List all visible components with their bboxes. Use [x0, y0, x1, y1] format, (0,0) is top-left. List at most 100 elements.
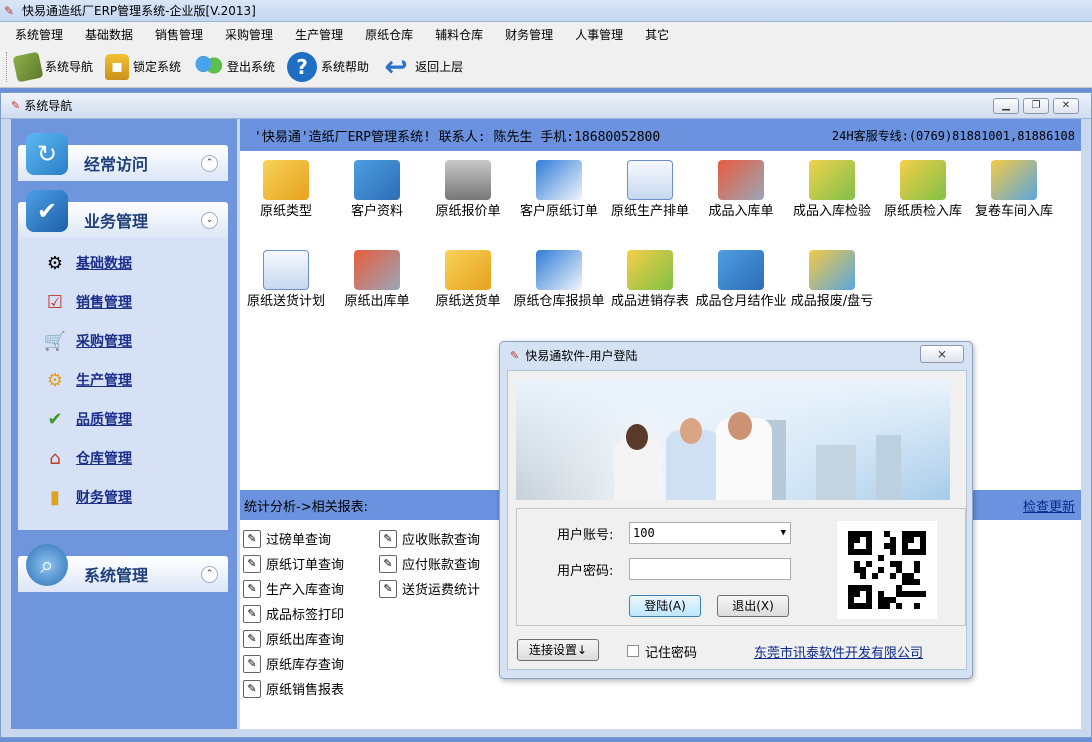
group-business[interactable]: ✔ 业务管理 ⌄ [18, 190, 228, 238]
dropdown-arrow-icon[interactable]: ▼ [781, 523, 786, 543]
module-paper-outbound[interactable]: 原纸出库单 [331, 250, 423, 309]
module-label: 成品入库检验 [792, 204, 871, 219]
menu-hr[interactable]: 人事管理 [564, 23, 634, 46]
module-customer-order[interactable]: 客户原纸订单 [513, 160, 605, 219]
search-globe-icon: ⌕ [26, 544, 68, 586]
module-label: 成品进销存表 [610, 294, 689, 309]
module-paper-type[interactable]: 原纸类型 [240, 160, 332, 219]
report-label-print[interactable]: ✎ 成品标签打印 [243, 604, 344, 623]
sidebar-item-warehouse[interactable]: ⌂ 仓库管理 [40, 445, 132, 471]
sidebar-item-production[interactable]: ⚙ 生产管理 [40, 367, 132, 393]
report-paper-order[interactable]: ✎ 原纸订单查询 [243, 554, 344, 573]
menu-finance[interactable]: 财务管理 [494, 23, 564, 46]
module-month-end[interactable]: 成品仓月结作业 [695, 250, 787, 309]
help-button[interactable]: ? 系统帮助 [287, 50, 369, 84]
module-delivery-plan[interactable]: 原纸送货计划 [240, 250, 332, 309]
check-database-icon [809, 160, 855, 200]
report-freight[interactable]: ✎ 送货运费统计 [379, 579, 480, 598]
chevron-down-icon[interactable]: ⌄ [201, 212, 218, 229]
back-button[interactable]: ↩ 返回上层 [381, 50, 463, 84]
remember-password-checkbox[interactable] [627, 645, 639, 657]
chevron-up-icon[interactable]: ⌃ [201, 566, 218, 583]
edit-doc-icon: ✎ [243, 654, 261, 673]
account-select[interactable]: 100 ▼ [629, 522, 791, 544]
lock-button[interactable]: ▪ 锁定系统 [105, 50, 181, 84]
check-update-link[interactable]: 检查更新 [1023, 496, 1075, 515]
module-label: 原纸出库单 [344, 294, 410, 309]
exit-button[interactable]: 退出(X) [717, 595, 789, 617]
menu-purchase[interactable]: 采购管理 [214, 23, 284, 46]
house-database-icon [354, 250, 400, 290]
report-production-inbound[interactable]: ✎ 生产入库查询 [243, 579, 344, 598]
close-button[interactable]: ✕ [1053, 98, 1079, 114]
sidebar-item-label: 财务管理 [76, 490, 132, 506]
report-paper-stock[interactable]: ✎ 原纸库存查询 [243, 654, 344, 673]
menu-production[interactable]: 生产管理 [284, 23, 354, 46]
sidebar-item-finance[interactable]: ▮ 财务管理 [40, 484, 132, 510]
menu-paper-warehouse[interactable]: 原纸仓库 [354, 23, 424, 46]
module-customer[interactable]: 客户资料 [331, 160, 423, 219]
module-product-inbound[interactable]: 成品入库单 [695, 160, 787, 219]
window-logo-icon: ✎ [11, 99, 21, 112]
nav-button-label: 系统导航 [45, 60, 94, 74]
sidebar-item-label: 基础数据 [76, 256, 132, 272]
account-value: 100 [633, 526, 655, 540]
sidebar-item-basic-data[interactable]: ⚙ 基础数据 [40, 250, 132, 276]
bar-chart-icon: ▮ [50, 486, 60, 508]
menu-system[interactable]: 系统管理 [4, 23, 74, 46]
restore-button[interactable]: ❐ [1023, 98, 1049, 114]
chevron-up-icon[interactable]: ⌃ [201, 155, 218, 172]
company-link[interactable]: 东莞市讯泰软件开发有限公司 [754, 642, 923, 661]
module-delivery-note[interactable]: 原纸送货单 [422, 250, 514, 309]
module-label: 原纸送货单 [435, 294, 501, 309]
login-dialog-title: 快易通软件-用户登陆 [525, 348, 638, 363]
help-icon: ? [287, 51, 318, 82]
module-inbound-inspection[interactable]: 成品入库检验 [786, 160, 878, 219]
scrap-transfer-icon [809, 250, 855, 290]
gear-icon: ⚙ [46, 369, 64, 391]
module-production-schedule[interactable]: 原纸生产排单 [604, 160, 696, 219]
report-weighing[interactable]: ✎ 过磅单查询 [243, 529, 331, 548]
module-quote[interactable]: 原纸报价单 [422, 160, 514, 219]
minimize-button[interactable]: ▁ [993, 98, 1019, 114]
module-inventory-report[interactable]: 成品进销存表 [604, 250, 696, 309]
login-dialog: ✎ 快易通软件-用户登陆 ⨯ 用户账号: 100 ▼ 用户密码: 登陆(A) 退… [499, 341, 973, 679]
report-payable[interactable]: ✎ 应付账款查询 [379, 554, 480, 573]
house-database-icon [718, 160, 764, 200]
edit-doc-icon: ✎ [379, 554, 397, 573]
back-arrow-icon: ↩ [384, 50, 408, 83]
report-paper-sales[interactable]: ✎ 原纸销售报表 [243, 679, 344, 698]
menu-aux-warehouse[interactable]: 辅料仓库 [424, 23, 494, 46]
report-paper-outbound[interactable]: ✎ 原纸出库查询 [243, 629, 344, 648]
truck-icon [445, 250, 491, 290]
dialog-close-button[interactable]: ⨯ [920, 345, 964, 363]
group-frequent[interactable]: ↻ 经常访问 ⌃ [18, 133, 228, 181]
report-label: 原纸销售报表 [266, 683, 345, 698]
group-business-label: 业务管理 [84, 212, 149, 231]
login-button[interactable]: 登陆(A) [629, 595, 701, 617]
module-warehouse-loss[interactable]: 原纸仓库报损单 [513, 250, 605, 309]
module-scrap-loss[interactable]: 成品报废/盘亏 [786, 250, 878, 309]
sidebar-item-sales[interactable]: ☑ 销售管理 [40, 289, 132, 315]
clock-folder-icon [718, 250, 764, 290]
sidebar-item-purchase[interactable]: 🛒 采购管理 [40, 328, 132, 354]
module-label: 原纸质检入库 [883, 204, 962, 219]
nav-button[interactable]: 系统导航 [12, 50, 94, 84]
module-quality-inbound[interactable]: 原纸质检入库 [877, 160, 969, 219]
menu-basic-data[interactable]: 基础数据 [74, 23, 144, 46]
connection-settings-button[interactable]: 连接设置↓ [517, 639, 599, 661]
module-label: 成品仓月结作业 [695, 294, 787, 309]
password-field[interactable] [629, 558, 791, 580]
menu-sales[interactable]: 销售管理 [144, 23, 214, 46]
module-label: 客户原纸订单 [519, 204, 598, 219]
sidebar-item-quality[interactable]: ✔ 品质管理 [40, 406, 132, 432]
module-label: 成品入库单 [708, 204, 774, 219]
module-rewind-inbound[interactable]: 复卷车间入库 [968, 160, 1060, 219]
menu-other[interactable]: 其它 [634, 23, 680, 46]
group-system[interactable]: ⌕ 系统管理 ⌃ [18, 544, 228, 592]
report-receivable[interactable]: ✎ 应收账款查询 [379, 529, 480, 548]
back-button-label: 返回上层 [415, 60, 464, 74]
logout-button[interactable]: 登出系统 [193, 50, 275, 84]
truck-calendar-icon [263, 250, 309, 290]
checklist-doc-icon [536, 160, 582, 200]
